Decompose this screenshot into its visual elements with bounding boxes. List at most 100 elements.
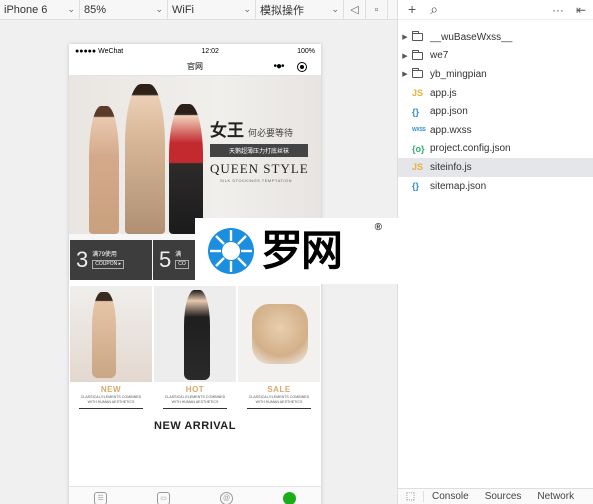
config-file-icon: {o}: [412, 143, 425, 154]
expand-arrow-icon[interactable]: ▶: [398, 52, 412, 60]
chevron-down-icon: ⌄: [155, 4, 163, 14]
coupon-condition: 满: [175, 251, 182, 258]
product-card[interactable]: SALE CLASSICAL ELEMENTS COMBINED WITH HU…: [238, 286, 320, 410]
tree-item-project-config[interactable]: {o} project.config.json: [398, 140, 593, 159]
home-icon: [283, 491, 296, 504]
mute-icon[interactable]: ◁: [344, 0, 366, 20]
tree-item-app-js[interactable]: JS app.js: [398, 84, 593, 103]
zoom-select-value: 85%: [84, 3, 107, 16]
tree-item-label: we7: [430, 50, 449, 62]
explorer-actions: + ⌕: [408, 1, 438, 18]
js-file-icon: JS: [412, 88, 424, 99]
section-title: NEW ARRIVAL: [154, 420, 236, 433]
product-image: [154, 286, 236, 382]
tab-sources[interactable]: Sources: [477, 491, 530, 502]
devtools-window: iPhone 6 ⌄ 85% ⌄ WiFi ⌄ 模拟操作 ⌄ ◁ ▫ ●●●●●…: [0, 0, 593, 504]
hero-band: 天鹅超薄压力打底丝袜: [210, 144, 308, 157]
news-icon: @: [220, 491, 233, 504]
expand-arrow-icon[interactable]: ▶: [398, 70, 412, 78]
coupon-card[interactable]: 3 满79使用 COUPON ▸: [70, 240, 152, 280]
card-icon: ☰: [94, 491, 107, 504]
expand-arrow-icon[interactable]: ▶: [398, 33, 412, 41]
tab-shop[interactable]: ▭ 商城: [132, 487, 195, 504]
coupon-condition: 满79使用: [92, 251, 117, 258]
add-icon[interactable]: +: [408, 1, 416, 18]
more-dots-icon[interactable]: •●•: [273, 62, 284, 72]
close-target-icon[interactable]: [296, 62, 307, 72]
tree-item-siteinfo-js[interactable]: JS siteinfo.js: [398, 158, 593, 177]
tab-news[interactable]: @ 动态: [195, 487, 258, 504]
product-desc: CLASSICAL ELEMENTS COMBINED WITH HUMAN A…: [249, 395, 309, 405]
nav-bar: 官网 •●•: [69, 58, 321, 76]
battery-text: 100%: [297, 47, 315, 55]
model-figure-center: [125, 84, 165, 234]
product-card[interactable]: HOT CLASSICAL ELEMENTS COMBINED WITH HUM…: [154, 286, 236, 410]
coupon-amount: 5: [159, 247, 172, 272]
tab-network[interactable]: Network: [529, 491, 582, 502]
chevron-down-icon: ⌄: [331, 4, 339, 14]
registered-mark: ®: [374, 222, 382, 233]
tree-item-label: yb_mingpian: [430, 68, 487, 80]
network-select[interactable]: WiFi ⌄: [168, 0, 256, 20]
product-label: NEW: [100, 385, 122, 394]
tab-home[interactable]: 官网: [258, 487, 321, 504]
device-select[interactable]: iPhone 6 ⌄: [0, 0, 80, 20]
product-image: [238, 286, 320, 382]
watermark-emblem-icon: [208, 228, 254, 274]
watermark-text: 罗网: [261, 226, 343, 275]
product-desc-line2: WITH HUMAN AESTHETICS: [87, 400, 135, 405]
product-desc: CLASSICAL ELEMENTS COMBINED WITH HUMAN A…: [165, 395, 225, 405]
hero-title-sub: 何必要等待: [248, 128, 294, 138]
product-card[interactable]: NEW CLASSICAL ELEMENTS COMBINED WITH HUM…: [70, 286, 152, 410]
search-icon[interactable]: ⌕: [430, 1, 438, 18]
coupon-tag: COUPON ▸: [92, 259, 125, 270]
carrier-text: ●●●●● WeChat: [75, 47, 124, 55]
status-bar: ●●●●● WeChat 12:02 100%: [69, 44, 321, 58]
tree-item-yb-mingpian[interactable]: ▶ yb_mingpian: [398, 65, 593, 84]
tree-item-we7[interactable]: ▶ we7: [398, 47, 593, 66]
coupon-info: 满79使用 COUPON ▸: [92, 251, 125, 270]
tree-item-label: app.js: [430, 87, 457, 99]
collapse-icon[interactable]: ⇤: [576, 3, 586, 17]
explorer-actions-right: ··· ⇤: [552, 3, 586, 17]
folder-icon: [412, 49, 427, 60]
hero-text-block: 女王 何必要等待 天鹅超薄压力打底丝袜 QUEEN STYLE SILK STO…: [210, 116, 315, 183]
hero-style-heading: QUEEN STYLE: [210, 161, 309, 176]
tree-item-app-json[interactable]: {} app.json: [398, 102, 593, 121]
file-explorer-panel: + ⌕ ··· ⇤ ▶ __wuBaseWxss__ ▶ we7 ▶ yb_mi…: [397, 0, 593, 504]
menu-capsule: •●•: [267, 60, 313, 74]
more-icon[interactable]: ···: [552, 3, 564, 17]
wxss-file-icon: WXSS: [412, 127, 426, 134]
product-desc-line2: WITH HUMAN AESTHETICS: [171, 400, 219, 405]
shop-icon: ▭: [157, 491, 170, 504]
json-file-icon: {}: [412, 106, 420, 117]
folder-icon: [412, 31, 427, 42]
hero-tagline: SILK STOCKINGS TEMPTATION: [220, 178, 292, 183]
tree-item-label: siteinfo.js: [430, 161, 472, 173]
product-label: HOT: [185, 385, 205, 394]
product-grid: NEW CLASSICAL ELEMENTS COMBINED WITH HUM…: [69, 278, 321, 410]
network-select-value: WiFi: [172, 3, 194, 16]
watermark-logo: 罗网 ®: [195, 218, 398, 284]
coupon-tag: CO: [175, 259, 189, 270]
divider: [163, 408, 227, 410]
hero-banner[interactable]: 女王 何必要等待 天鹅超薄压力打底丝袜 QUEEN STYLE SILK STO…: [69, 76, 321, 234]
tree-item-label: project.config.json: [430, 143, 511, 155]
tree-item-sitemap-json[interactable]: {} sitemap.json: [398, 177, 593, 196]
tab-console[interactable]: Console: [424, 491, 477, 502]
json-file-icon: {}: [412, 181, 420, 192]
zoom-select[interactable]: 85% ⌄: [80, 0, 168, 20]
js-file-icon: JS: [412, 162, 424, 173]
popout-icon[interactable]: ▫: [366, 0, 388, 20]
operation-mode-value: 模拟操作: [260, 4, 304, 17]
inspect-icon[interactable]: ⬚: [398, 491, 424, 502]
clock-text: 12:02: [201, 47, 219, 55]
tree-item-wubasewxss[interactable]: ▶ __wuBaseWxss__: [398, 28, 593, 47]
tree-item-app-wxss[interactable]: WXSS app.wxss: [398, 121, 593, 140]
product-image: [70, 286, 152, 382]
tab-card[interactable]: ☰ 名片: [69, 487, 132, 504]
operation-mode-select[interactable]: 模拟操作 ⌄: [256, 0, 344, 20]
tree-item-label: app.json: [430, 106, 468, 118]
tree-item-label: __wuBaseWxss__: [430, 31, 513, 43]
tree-item-label: app.wxss: [430, 124, 472, 136]
